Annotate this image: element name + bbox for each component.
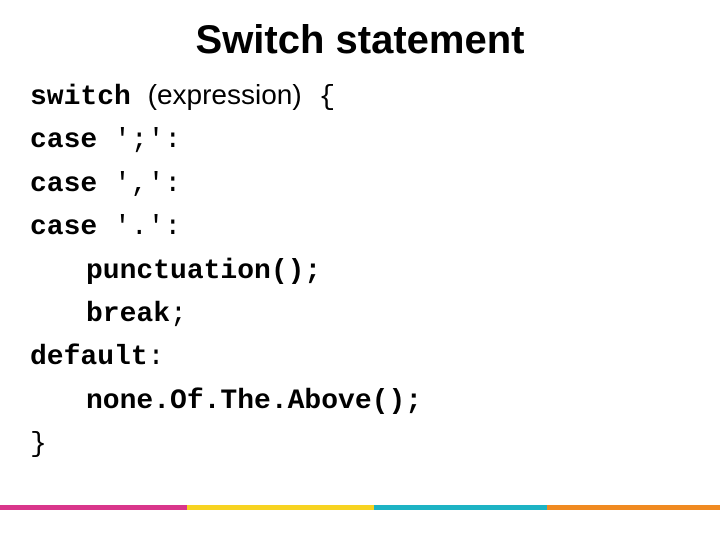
case-value: ';': — [97, 125, 181, 156]
code-line-2: case ';': — [30, 119, 690, 162]
keyword-case: case — [30, 169, 97, 200]
code-line-4: case '.': — [30, 206, 690, 249]
bar-segment-yellow — [187, 505, 374, 510]
slide: Switch statement switch (expression) { c… — [0, 0, 720, 540]
keyword-break: break — [86, 299, 170, 330]
keyword-switch: switch — [30, 82, 131, 113]
keyword-case: case — [30, 125, 97, 156]
code-line-5: punctuation(); — [30, 250, 690, 293]
case-value: ',': — [97, 169, 181, 200]
semicolon: ; — [170, 299, 187, 330]
bar-segment-cyan — [374, 505, 547, 510]
code-line-3: case ',': — [30, 163, 690, 206]
case-value: '.': — [97, 212, 181, 243]
code-line-7: default: — [30, 336, 690, 379]
code-line-6: break; — [30, 293, 690, 336]
code-block: switch (expression) { case ';': case ','… — [0, 73, 720, 467]
expression: (expression) — [148, 79, 302, 110]
slide-title: Switch statement — [0, 0, 720, 73]
keyword-case: case — [30, 212, 97, 243]
keyword-default: default — [30, 342, 148, 373]
decorative-color-bar — [0, 505, 720, 510]
colon: : — [148, 342, 165, 373]
bar-segment-orange — [547, 505, 720, 510]
code-line-9: } — [30, 423, 690, 466]
code-line-1: switch (expression) { — [30, 73, 690, 119]
brace-open: { — [302, 82, 336, 113]
bar-segment-magenta — [0, 505, 187, 510]
code-line-8: none.Of.The.Above(); — [30, 380, 690, 423]
